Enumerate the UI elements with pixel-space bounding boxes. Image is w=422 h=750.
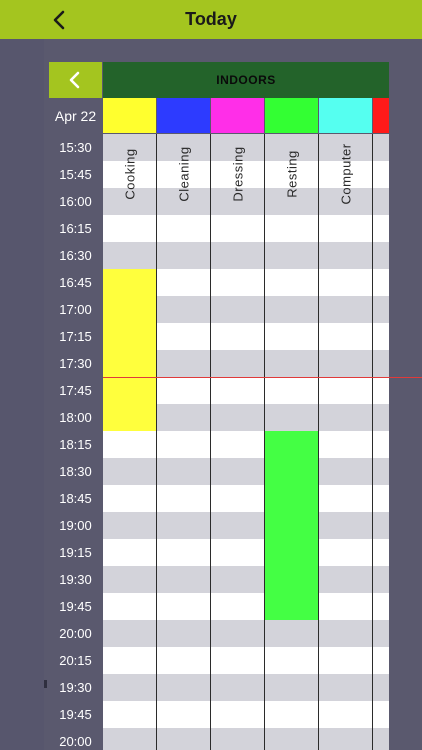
column-label-text: Dressing bbox=[230, 146, 245, 202]
time-label: 18:00 bbox=[59, 410, 92, 425]
time-slot-row[interactable] bbox=[103, 485, 389, 512]
column-label-text: Resting bbox=[284, 150, 299, 198]
time-label: 20:15 bbox=[59, 653, 92, 668]
current-time-line-extension bbox=[389, 377, 422, 378]
activity-block-cooking[interactable] bbox=[103, 269, 156, 431]
time-slot-row[interactable] bbox=[103, 674, 389, 701]
time-label: 17:15 bbox=[59, 329, 92, 344]
chevron-left-icon bbox=[69, 71, 80, 89]
column-label-cleaning: Cleaning bbox=[157, 134, 210, 214]
time-label: 18:45 bbox=[59, 491, 92, 506]
column-divider bbox=[318, 134, 319, 750]
column-label-text: Cooking bbox=[122, 148, 137, 200]
time-label: 16:45 bbox=[59, 275, 92, 290]
color-swatch-extra[interactable] bbox=[373, 98, 389, 133]
time-label: 18:30 bbox=[59, 464, 92, 479]
column-divider bbox=[264, 134, 265, 750]
grid-back-button[interactable] bbox=[49, 62, 102, 98]
time-slot-row[interactable] bbox=[103, 431, 389, 458]
time-label: 19:45 bbox=[59, 707, 92, 722]
time-label: 17:30 bbox=[59, 356, 92, 371]
time-column: 15:30 15:45 16:00 16:15 16:30 16:45 17:00 17:15… bbox=[49, 134, 102, 750]
schedule-board[interactable] bbox=[103, 134, 389, 750]
page-title: Today bbox=[185, 9, 237, 29]
group-header: INDOORS bbox=[103, 62, 389, 98]
time-label: 18:15 bbox=[59, 437, 92, 452]
time-slot-row[interactable] bbox=[103, 728, 389, 750]
time-slot-row[interactable] bbox=[103, 458, 389, 485]
time-label: 19:15 bbox=[59, 545, 92, 560]
color-swatch-cleaning[interactable] bbox=[157, 98, 210, 133]
column-label-cooking: Cooking bbox=[103, 134, 156, 214]
activity-block-resting[interactable] bbox=[265, 431, 318, 620]
scroll-indicator[interactable] bbox=[44, 680, 47, 688]
date-label: Apr 22 bbox=[49, 98, 102, 134]
column-divider bbox=[210, 134, 211, 750]
color-swatch-computer[interactable] bbox=[319, 98, 372, 133]
time-slot-row[interactable] bbox=[103, 566, 389, 593]
current-time-line bbox=[103, 377, 389, 378]
time-slot-row[interactable] bbox=[103, 539, 389, 566]
time-label: 17:45 bbox=[59, 383, 92, 398]
time-label: 16:30 bbox=[59, 248, 92, 263]
column-label-computer: Computer bbox=[319, 134, 372, 214]
time-label: 19:45 bbox=[59, 599, 92, 614]
time-slot-row[interactable] bbox=[103, 215, 389, 242]
time-slot-row[interactable] bbox=[103, 701, 389, 728]
column-label-text: Computer bbox=[338, 143, 353, 205]
time-label: 16:00 bbox=[59, 194, 92, 209]
time-label: 19:30 bbox=[59, 680, 92, 695]
time-label: 16:15 bbox=[59, 221, 92, 236]
color-swatch-resting[interactable] bbox=[265, 98, 318, 133]
time-slot-row[interactable] bbox=[103, 242, 389, 269]
column-label-resting: Resting bbox=[265, 134, 318, 214]
time-label: 20:00 bbox=[59, 734, 92, 749]
column-divider bbox=[156, 134, 157, 750]
time-label: 20:00 bbox=[59, 626, 92, 641]
time-slot-row[interactable] bbox=[103, 593, 389, 620]
top-bar: Today bbox=[0, 0, 422, 39]
time-label: 15:30 bbox=[59, 140, 92, 155]
column-label-text: Cleaning bbox=[176, 146, 191, 202]
time-label: 17:00 bbox=[59, 302, 92, 317]
time-label: 19:30 bbox=[59, 572, 92, 587]
column-label-dressing: Dressing bbox=[211, 134, 264, 214]
column-divider bbox=[372, 134, 373, 750]
time-slot-row[interactable] bbox=[103, 620, 389, 647]
time-label: 19:00 bbox=[59, 518, 92, 533]
time-slot-row[interactable] bbox=[103, 512, 389, 539]
color-swatch-dressing[interactable] bbox=[211, 98, 264, 133]
time-slot-row[interactable] bbox=[103, 647, 389, 674]
color-swatch-cooking[interactable] bbox=[103, 98, 156, 133]
time-label: 15:45 bbox=[59, 167, 92, 182]
